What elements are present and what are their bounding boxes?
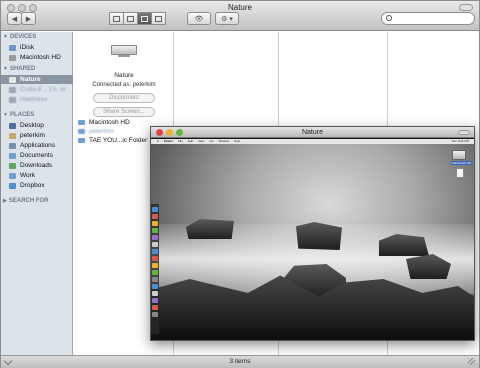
action-menu-button[interactable]: ⚙ ▾ [215,12,239,25]
dock-app-icon[interactable] [152,291,158,296]
dock-app-icon[interactable] [152,214,158,219]
dock-app-icon[interactable] [152,298,158,303]
computer-icon [9,86,16,93]
coverflow-view-icon [155,15,162,22]
window-resize-grip-icon[interactable] [468,358,475,365]
window-title: Nature [227,3,252,12]
hard-drive-icon[interactable] [452,150,466,160]
screen-sharing-window: Nature ● Finder File Edit View Go Window… [150,126,475,341]
places-header[interactable]: ▼ PLACES [3,112,34,118]
dock-app-icon[interactable] [152,284,158,289]
sidebar-item-shared-2[interactable]: Cuda-8... 1's, er [1,85,73,94]
folder-icon [78,129,85,134]
dock-app-icon[interactable] [152,270,158,275]
icon-view-button[interactable] [109,12,124,25]
sidebar-item-nature[interactable]: Nature [1,75,73,84]
disclosure-triangle-icon: ▶ [3,198,7,204]
dock-app-icon[interactable] [152,249,158,254]
remote-dock [151,204,159,334]
disclosure-triangle-icon: ▼ [3,112,8,118]
sidebar-item-idisk[interactable]: iDisk [1,43,73,52]
close-button[interactable] [156,129,163,136]
toolbar-toggle-button[interactable] [459,4,473,11]
disclosure-triangle-icon: ▼ [3,34,8,40]
search-input[interactable] [381,12,475,25]
dock-app-icon[interactable] [152,256,158,261]
dropbox-icon [9,182,16,189]
list-view-button[interactable] [123,12,138,25]
icon-view-icon [113,15,120,22]
quick-look-button[interactable]: 👁 [187,12,211,25]
connection-status: Connected as: peterkim [92,82,156,88]
devices-header[interactable]: ▼ DEVICES [3,34,36,40]
sidebar-item-macintosh-hd[interactable]: Macintosh HD [1,53,73,62]
idisk-icon [9,44,16,51]
forward-button[interactable]: ▶ [21,12,36,25]
hard-drive-label: Macintosh HD [451,161,472,165]
dock-app-icon[interactable] [152,207,158,212]
sidebar-item-desktop[interactable]: Desktop [1,121,73,130]
folder-icon [9,172,16,179]
list-view-icon [127,15,134,22]
wallpaper-rock [186,219,234,239]
eye-icon: 👁 [194,15,204,23]
screen-sharing-title-bar: Nature [151,127,474,138]
window-controls [156,129,183,136]
sidebar-item-applications[interactable]: Applications [1,141,73,150]
remote-desktop[interactable]: Macintosh HD [151,144,474,340]
dock-app-icon[interactable] [152,305,158,310]
desktop-icon [9,122,16,129]
folder-icon [9,152,16,159]
search-for-header[interactable]: ▶ SEARCH FOR [3,198,49,204]
share-screen-button[interactable]: Share Screen... [93,107,155,117]
sidebar-item-dropbox[interactable]: Dropbox [1,181,73,190]
toolbar-toggle-button[interactable] [458,130,470,135]
dock-app-icon[interactable] [152,221,158,226]
screen-sharing-title: Nature [301,129,323,136]
server-name: Nature [114,72,134,79]
item-count: 3 items [229,358,251,365]
minimize-button[interactable] [166,129,173,136]
column-view-button[interactable] [137,12,152,25]
dock-app-icon[interactable] [152,277,158,282]
disconnect-button[interactable]: Disconnect [93,93,155,103]
document-icon[interactable] [456,168,464,178]
sidebar-item-work[interactable]: Work [1,171,73,180]
downloads-icon [9,162,16,169]
dock-app-icon[interactable] [152,242,158,247]
shared-header[interactable]: ▼ SHARED [3,66,35,72]
dock-app-icon[interactable] [152,263,158,268]
dock-app-icon[interactable] [152,235,158,240]
computer-icon [9,76,16,83]
mac-mini-icon [111,45,137,55]
home-icon [9,132,16,139]
hard-drive-icon [9,54,16,61]
sidebar-item-home[interactable]: peterkim [1,131,73,140]
folder-icon [78,138,85,143]
back-button[interactable]: ◀ [7,12,22,25]
column-view-icon [141,15,148,22]
folder-icon [78,120,85,125]
disclosure-triangle-icon: ▼ [3,66,8,72]
back-arrow-icon: ◀ [11,15,18,23]
coverflow-view-button[interactable] [151,12,166,25]
zoom-button[interactable] [176,129,183,136]
sidebar-item-shared-3[interactable]: Haulness [1,95,73,104]
gear-icon: ⚙ ▾ [221,15,233,23]
search-icon [386,15,392,21]
sidebar-item-downloads[interactable]: Downloads [1,161,73,170]
status-bar: 3 items [1,355,479,368]
computer-icon [9,96,16,103]
sidebar-item-documents[interactable]: Documents [1,151,73,160]
view-switcher [109,12,166,25]
applications-icon [9,142,16,149]
forward-arrow-icon: ▶ [25,15,32,23]
sidebar: ▼ DEVICES iDisk Macintosh HD ▼ SHARED Natu… [1,32,73,355]
dock-app-icon[interactable] [152,228,158,233]
mac-mini-base [118,55,130,57]
title-bar: Nature ◀ ▶ 👁 ⚙ ▾ [1,1,479,31]
trash-icon[interactable] [152,312,158,317]
